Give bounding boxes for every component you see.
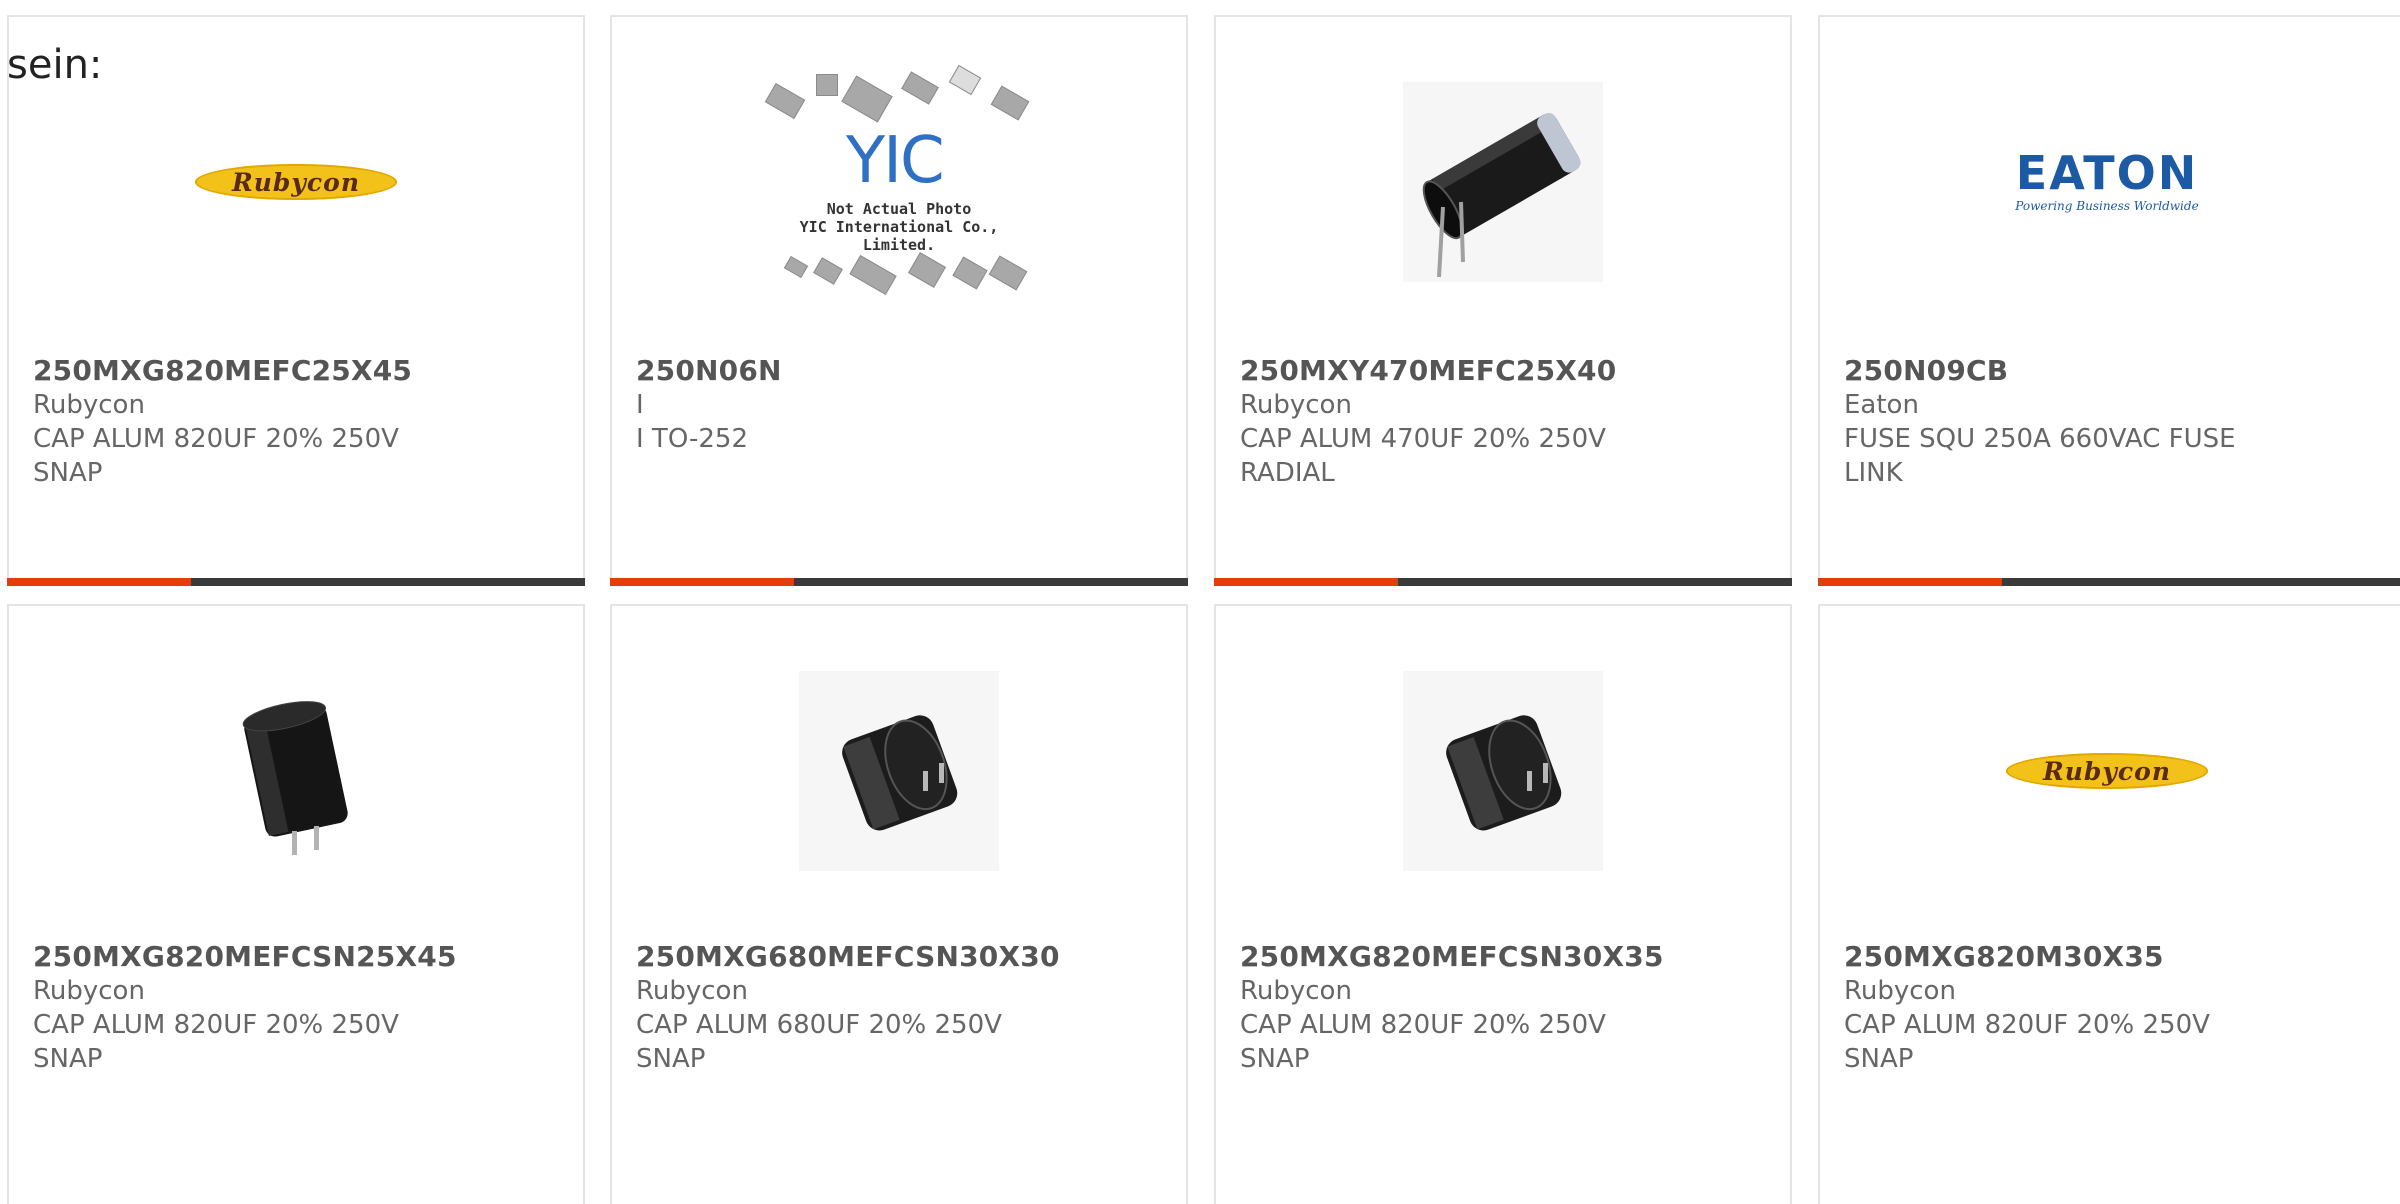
eaton-logo: EATON Powering Business Worldwide bbox=[2015, 146, 2199, 213]
part-number-link[interactable]: 250MXG820M30X35 bbox=[1844, 940, 2396, 974]
product-image: YIC Not Actual Photo YIC International C… bbox=[612, 57, 1186, 307]
manufacturer: I bbox=[636, 390, 644, 420]
part-number-link[interactable]: 250N09CB bbox=[1844, 354, 2396, 388]
rubycon-logo: Rubycon bbox=[195, 164, 397, 200]
description: CAP ALUM 820UF 20% 250V SNAP bbox=[1844, 1010, 2210, 1074]
yic-logo: YIC bbox=[846, 124, 945, 198]
product-image bbox=[1216, 57, 1790, 307]
description: CAP ALUM 820UF 20% 250V SNAP bbox=[33, 1010, 399, 1074]
manufacturer: Rubycon bbox=[1844, 976, 1956, 1006]
product-image bbox=[9, 646, 583, 896]
snap-capacitor-image bbox=[799, 671, 999, 871]
part-number-link[interactable]: 250MXG680MEFCSN30X30 bbox=[636, 940, 1166, 974]
card-bar bbox=[1214, 578, 1792, 586]
snap-capacitor-image bbox=[242, 701, 348, 855]
card-bar-accent bbox=[1818, 578, 2002, 586]
manufacturer: Rubycon bbox=[33, 976, 145, 1006]
product-card[interactable]: 250MXG820MEFCSN25X45 Rubycon CAP ALUM 82… bbox=[7, 604, 585, 1204]
part-number-link[interactable]: 250MXG820MEFCSN25X45 bbox=[33, 940, 563, 974]
product-card[interactable]: 250MXG680MEFCSN30X30 Rubycon CAP ALUM 68… bbox=[610, 604, 1188, 1204]
card-bar-accent bbox=[7, 578, 191, 586]
product-image: EATON Powering Business Worldwide bbox=[1820, 57, 2394, 307]
manufacturer: Rubycon bbox=[1240, 390, 1352, 420]
manufacturer: Rubycon bbox=[33, 390, 145, 420]
yic-placeholder-image: YIC Not Actual Photo YIC International C… bbox=[764, 62, 1034, 302]
card-bar bbox=[7, 578, 585, 586]
manufacturer: Rubycon bbox=[636, 976, 748, 1006]
snap-capacitor-image bbox=[1403, 671, 1603, 871]
part-number-link[interactable]: 250MXY470MEFC25X40 bbox=[1240, 354, 1770, 388]
radial-capacitor-image bbox=[1403, 82, 1603, 282]
card-bar bbox=[1818, 578, 2400, 586]
product-image bbox=[1216, 646, 1790, 896]
product-image: Rubycon bbox=[9, 57, 583, 307]
description: FUSE SQU 250A 660VAC FUSE LINK bbox=[1844, 424, 2236, 488]
description: CAP ALUM 470UF 20% 250V RADIAL bbox=[1240, 424, 1606, 488]
intro-text: sein: bbox=[7, 42, 103, 88]
product-card[interactable]: EATON Powering Business Worldwide 250N09… bbox=[1818, 15, 2400, 586]
description: CAP ALUM 680UF 20% 250V SNAP bbox=[636, 1010, 1002, 1074]
product-image: Rubycon bbox=[1820, 646, 2394, 896]
product-card[interactable]: Rubycon 250MXG820MEFC25X45 Rubycon CAP A… bbox=[7, 15, 585, 586]
manufacturer: Eaton bbox=[1844, 390, 1919, 420]
description: CAP ALUM 820UF 20% 250V SNAP bbox=[33, 424, 399, 488]
description: I TO-252 bbox=[636, 424, 749, 454]
card-bar-accent bbox=[610, 578, 794, 586]
card-bar bbox=[610, 578, 1188, 586]
rubycon-logo: Rubycon bbox=[2006, 753, 2208, 789]
product-card[interactable]: Rubycon 250MXG820M30X35 Rubycon CAP ALUM… bbox=[1818, 604, 2400, 1204]
part-number-link[interactable]: 250MXG820MEFC25X45 bbox=[33, 354, 563, 388]
product-card[interactable]: 250MXG820MEFCSN30X35 Rubycon CAP ALUM 82… bbox=[1214, 604, 1792, 1204]
part-number-link[interactable]: 250MXG820MEFCSN30X35 bbox=[1240, 940, 1770, 974]
product-card[interactable]: 250MXY470MEFC25X40 Rubycon CAP ALUM 470U… bbox=[1214, 15, 1792, 586]
product-image bbox=[612, 646, 1186, 896]
description: CAP ALUM 820UF 20% 250V SNAP bbox=[1240, 1010, 1606, 1074]
card-bar-accent bbox=[1214, 578, 1398, 586]
part-number-link[interactable]: 250N06N bbox=[636, 354, 1166, 388]
manufacturer: Rubycon bbox=[1240, 976, 1352, 1006]
product-card[interactable]: YIC Not Actual Photo YIC International C… bbox=[610, 15, 1188, 586]
